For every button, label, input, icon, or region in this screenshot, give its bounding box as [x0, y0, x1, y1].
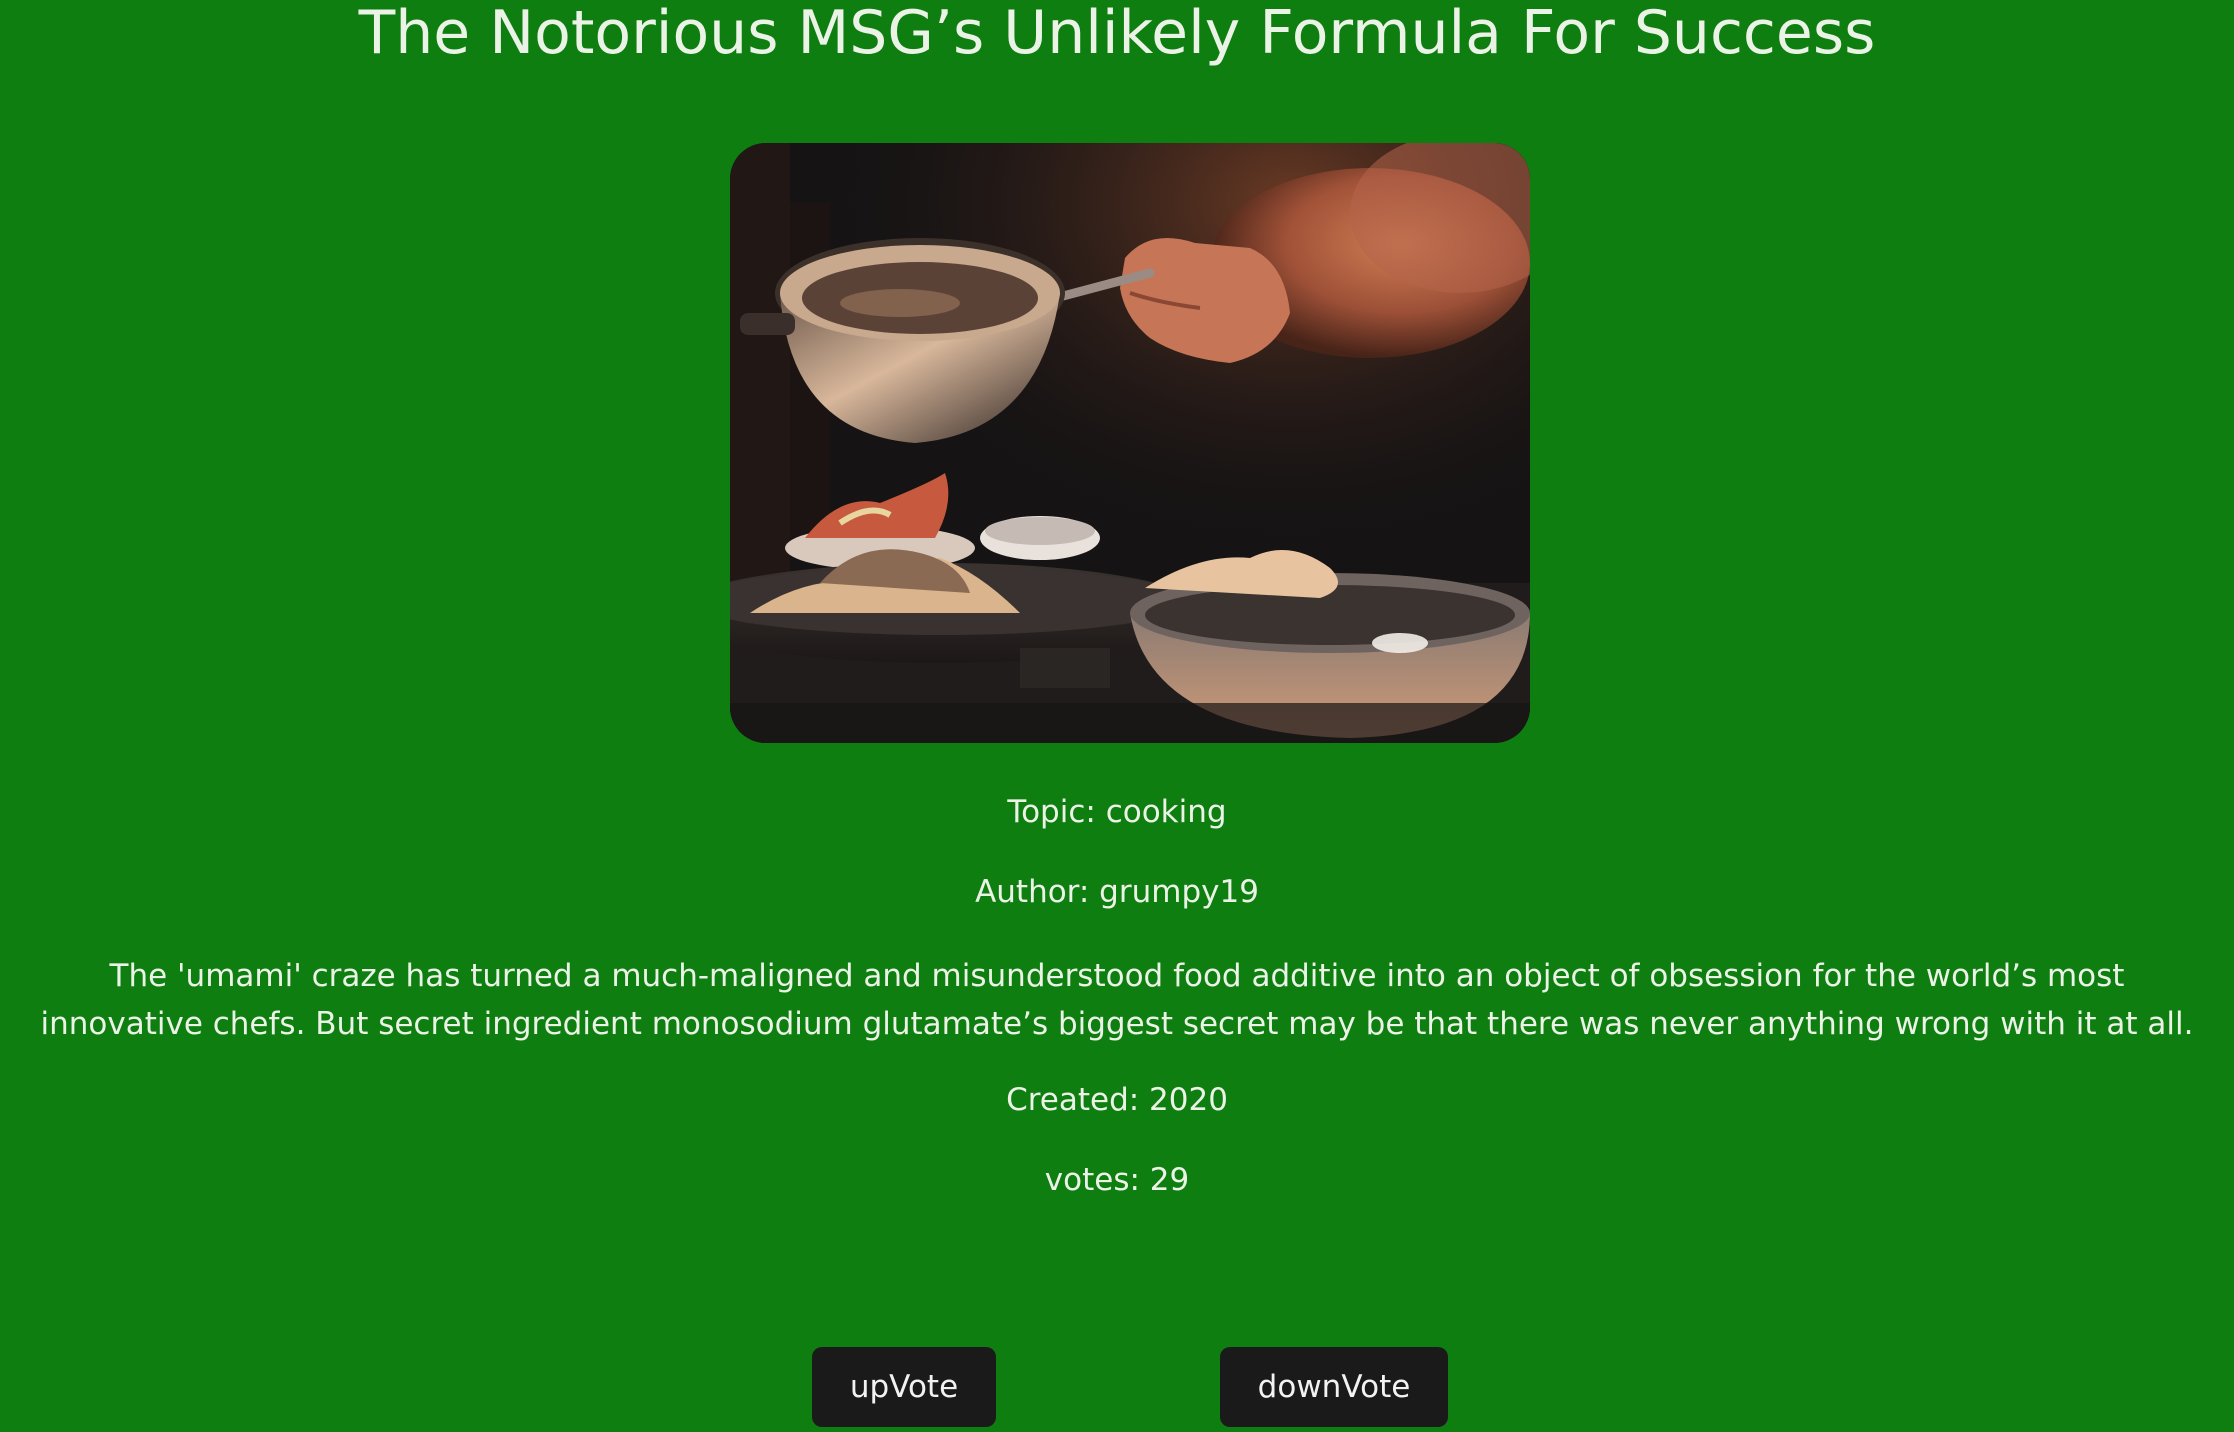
downvote-button[interactable]: downVote — [1220, 1347, 1448, 1427]
vote-count: votes: 29 — [1044, 1162, 1190, 1198]
article-created: Created: 2020 — [1006, 1082, 1228, 1118]
article-description: The 'umami' craze has turned a much-mali… — [40, 958, 2194, 1042]
upvote-button[interactable]: upVote — [812, 1347, 996, 1427]
article-page: The Notorious MSG’s Unlikely Formula For… — [0, 0, 2234, 1432]
article-image — [730, 143, 1530, 743]
article-title: The Notorious MSG’s Unlikely Formula For… — [358, 0, 1876, 68]
article-author: Author: grumpy19 — [975, 874, 1259, 910]
article-topic: Topic: cooking — [1007, 794, 1227, 830]
